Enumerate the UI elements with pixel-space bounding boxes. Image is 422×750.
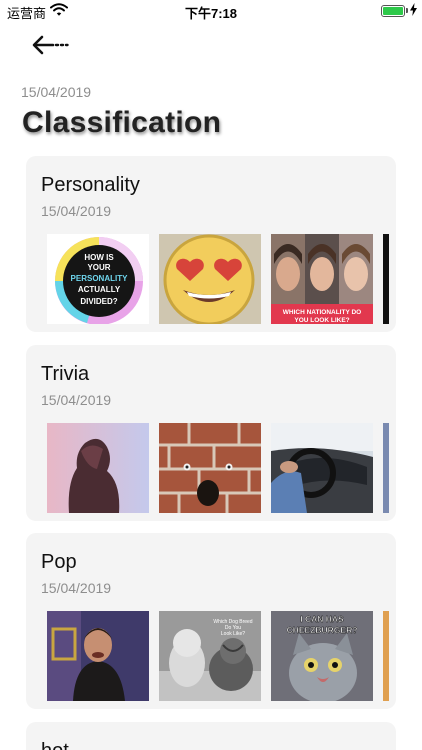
status-bar: 运营商 下午7:18: [0, 0, 422, 22]
category-title: Pop: [41, 551, 77, 573]
back-arrow-icon: [32, 35, 69, 55]
brick-face-thumb[interactable]: [159, 423, 261, 513]
tv-actor-thumb[interactable]: [47, 611, 149, 701]
svg-text:CHEEZBURGER?: CHEEZBURGER?: [287, 625, 358, 635]
category-title: Personality: [41, 174, 140, 196]
category-title: hot: [41, 740, 69, 750]
svg-text:Look Like?: Look Like?: [221, 631, 245, 637]
faces-nationality-thumb[interactable]: WHICH NATIONALITY DO YOU LOOK LIKE?: [271, 234, 373, 324]
partial-thumb[interactable]: [383, 234, 389, 324]
header-date: 15/04/2019: [21, 84, 92, 100]
category-date: 15/04/2019: [41, 392, 112, 408]
svg-text:WHICH NATIONALITY DO: WHICH NATIONALITY DO: [283, 309, 361, 316]
page-title: Classification: [22, 106, 222, 139]
category-title: Trivia: [41, 363, 90, 385]
thumbnail-strip[interactable]: [47, 423, 396, 513]
svg-text:HOW IS: HOW IS: [84, 253, 114, 262]
category-card-trivia[interactable]: Trivia 15/04/2019: [26, 345, 396, 521]
svg-text:DIVIDED?: DIVIDED?: [80, 297, 117, 306]
battery-level-fill: [383, 7, 403, 15]
personality-quiz-thumb[interactable]: HOW IS YOUR PERSONALITY ACTUALLY DIVIDED…: [47, 234, 149, 324]
svg-text:ACTUALLY: ACTUALLY: [78, 285, 121, 294]
svg-text:YOUR: YOUR: [87, 263, 110, 272]
svg-text:I CAN HAS: I CAN HAS: [300, 614, 344, 624]
category-date: 15/04/2019: [41, 203, 112, 219]
partial-thumb[interactable]: [383, 611, 389, 701]
back-button[interactable]: [30, 33, 72, 57]
heart-eyes-emoji-thumb[interactable]: [159, 234, 261, 324]
category-date: 15/04/2019: [41, 580, 112, 596]
baby-dog-thumb[interactable]: Which Dog Breed Do You Look Like?: [159, 611, 261, 701]
battery-icon: [381, 5, 405, 17]
car-driving-thumb[interactable]: [271, 423, 373, 513]
category-card-hot[interactable]: hot: [26, 722, 396, 750]
clock-time: 下午7:18: [184, 6, 238, 21]
charging-bolt-icon: [410, 3, 417, 19]
category-card-pop[interactable]: Pop 15/04/2019 Which Dog Breed Do You Lo…: [26, 533, 396, 709]
partial-thumb[interactable]: [383, 423, 389, 513]
cheezburger-cat-thumb[interactable]: I CAN HAS CHEEZBURGER?: [271, 611, 373, 701]
thumbnail-strip[interactable]: HOW IS YOUR PERSONALITY ACTUALLY DIVIDED…: [47, 234, 396, 324]
svg-text:PERSONALITY: PERSONALITY: [71, 274, 129, 283]
svg-text:YOU LOOK LIKE?: YOU LOOK LIKE?: [294, 317, 349, 324]
category-card-personality[interactable]: Personality 15/04/2019 HOW IS YOUR PERSO…: [26, 156, 396, 332]
woman-silhouette-thumb[interactable]: [47, 423, 149, 513]
thumbnail-strip[interactable]: Which Dog Breed Do You Look Like? I CAN …: [47, 611, 396, 701]
battery-cap: [406, 8, 408, 13]
